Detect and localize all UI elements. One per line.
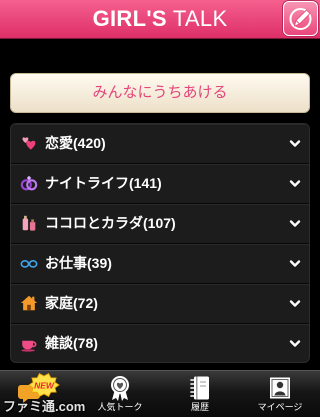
rings-icon (20, 174, 38, 192)
bottles-icon (20, 214, 38, 232)
tab-my-page[interactable]: マイページ (240, 371, 320, 417)
category-row-love[interactable]: 恋愛(420) (11, 124, 309, 164)
tab-label: マイページ (257, 402, 303, 412)
category-label: ナイトライフ(141) (45, 175, 162, 191)
chevron-down-icon[interactable] (289, 179, 301, 189)
post-confession-button[interactable]: みんなにうちあける (10, 73, 310, 113)
category-label: ココロとカラダ(107) (45, 215, 176, 231)
chevron-down-icon[interactable] (289, 299, 301, 309)
category-list: 恋愛(420) ナイトライフ(141) ココロとカラダ(107) お仕事(39)… (10, 123, 310, 363)
tab-popular-talks[interactable]: 人気トーク (80, 371, 160, 417)
teacup-icon (20, 334, 38, 352)
new-badge-text: NEW (34, 380, 55, 390)
tab-label: 履歴 (190, 402, 209, 412)
category-row-nightlife[interactable]: ナイトライフ(141) (11, 164, 309, 204)
compose-button[interactable] (283, 1, 318, 36)
id-card-icon (266, 374, 294, 402)
app-header: GIRL'S TALK (0, 0, 320, 39)
category-row-chat[interactable]: 雑談(78) (11, 324, 309, 362)
glasses-icon (20, 254, 38, 272)
ribbon-award-icon (106, 374, 134, 402)
chevron-down-icon[interactable] (289, 259, 301, 269)
category-label: 雑談(78) (45, 335, 98, 351)
category-row-work[interactable]: お仕事(39) (11, 244, 309, 284)
chevron-down-icon[interactable] (289, 139, 301, 149)
app-title: GIRL'S TALK (0, 0, 320, 38)
category-row-mind-body[interactable]: ココロとカラダ(107) (11, 204, 309, 244)
house-icon (20, 294, 38, 312)
category-label: お仕事(39) (45, 255, 112, 271)
app-title-light: TALK (172, 6, 228, 31)
tab-label: 人気トーク (97, 402, 143, 412)
notebook-icon (186, 374, 214, 402)
category-label: 家庭(72) (45, 295, 98, 311)
watermark-logo: ファミ通.com (3, 399, 86, 414)
app-title-bold: GIRL'S (92, 6, 167, 31)
chevron-down-icon[interactable] (289, 219, 301, 229)
hearts-icon (20, 134, 38, 152)
chevron-down-icon[interactable] (289, 339, 301, 349)
category-row-home[interactable]: 家庭(72) (11, 284, 309, 324)
tab-history[interactable]: 履歴 (160, 371, 240, 417)
category-label: 恋愛(420) (45, 135, 106, 151)
pencil-edit-icon (289, 8, 312, 30)
